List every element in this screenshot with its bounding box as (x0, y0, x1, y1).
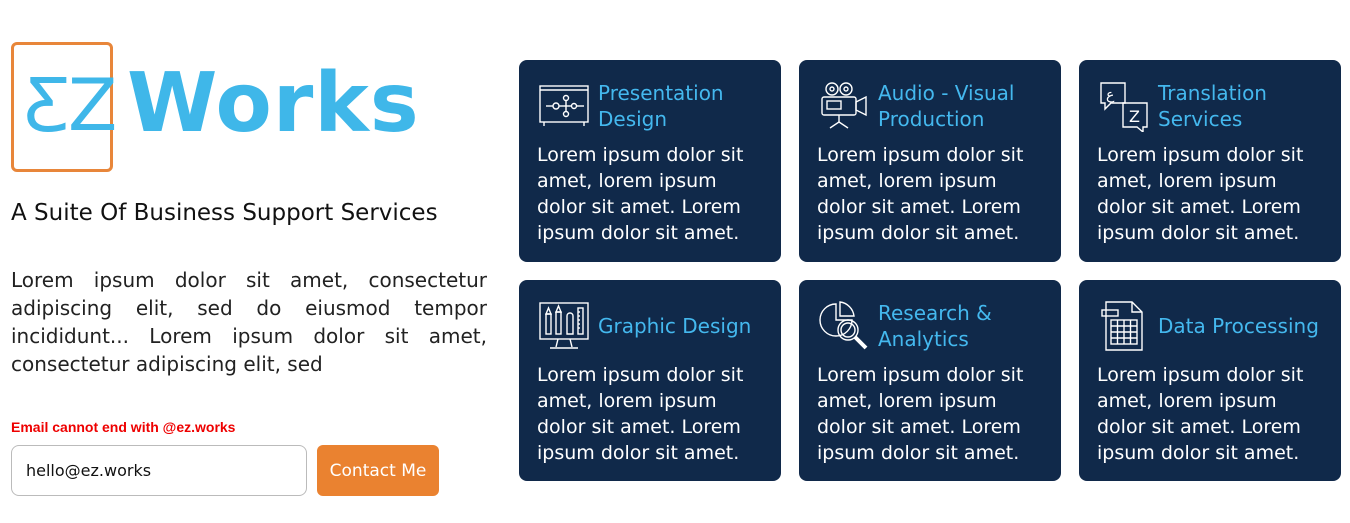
logo: ƸZ Works (11, 40, 419, 174)
email-error-message: Email cannot end with @ez.works (11, 419, 236, 435)
service-card-audio-visual[interactable]: Audio - Visual Production Lorem ipsum do… (799, 60, 1061, 262)
card-header: ع Z Translation Services (1097, 78, 1323, 134)
services-grid: Presentation Design Lorem ipsum dolor si… (519, 60, 1341, 481)
translation-icon: ع Z (1097, 79, 1151, 133)
card-header: Audio - Visual Production (817, 78, 1043, 134)
contact-me-button[interactable]: Contact Me (317, 445, 439, 496)
svg-text:Z: Z (1129, 107, 1140, 126)
service-card-graphic-design[interactable]: Graphic Design Lorem ipsum dolor sit ame… (519, 280, 781, 481)
card-description: Lorem ipsum dolor sit amet, lorem ipsum … (817, 144, 1024, 244)
card-title: Data Processing (1158, 314, 1319, 338)
logo-mark-box: ƸZ (11, 42, 117, 172)
logo-wordmark: Works (127, 56, 420, 151)
contact-form: Contact Me (11, 445, 439, 496)
card-header: Research & Analytics (817, 298, 1043, 354)
logo-mark: ƸZ (24, 63, 117, 147)
email-input[interactable] (11, 445, 307, 496)
card-description: Lorem ipsum dolor sit amet, lorem ipsum … (1097, 144, 1304, 244)
service-card-translation[interactable]: ع Z Translation Services Lorem ipsum dol… (1079, 60, 1341, 262)
card-header: Data Processing (1097, 298, 1323, 354)
card-header: Presentation Design (537, 78, 763, 134)
card-description: Lorem ipsum dolor sit amet, lorem ipsum … (537, 144, 744, 244)
presentation-icon (537, 79, 591, 133)
brand-section: ƸZ Works A Suite Of Business Support Ser… (11, 40, 487, 496)
card-description: Lorem ipsum dolor sit amet, lorem ipsum … (1097, 364, 1304, 464)
card-title: Translation Services (1158, 81, 1267, 131)
video-camera-icon (817, 79, 871, 133)
card-title: Graphic Design (598, 314, 752, 338)
tagline: A Suite Of Business Support Services (11, 200, 438, 226)
service-card-presentation[interactable]: Presentation Design Lorem ipsum dolor si… (519, 60, 781, 262)
research-icon (817, 299, 871, 353)
card-description: Lorem ipsum dolor sit amet, lorem ipsum … (537, 364, 744, 464)
graphic-design-icon (537, 299, 591, 353)
description: Lorem ipsum dolor sit amet, consectetur … (11, 268, 487, 376)
svg-text:ع: ع (1106, 87, 1115, 103)
spreadsheet-icon (1097, 299, 1151, 353)
service-card-data-processing[interactable]: Data Processing Lorem ipsum dolor sit am… (1079, 280, 1341, 481)
card-title: Presentation Design (598, 81, 724, 131)
card-header: Graphic Design (537, 298, 763, 354)
card-title: Audio - Visual Production (878, 81, 1015, 131)
service-card-research-analytics[interactable]: Research & Analytics Lorem ipsum dolor s… (799, 280, 1061, 481)
card-title: Research & Analytics (878, 301, 992, 351)
card-description: Lorem ipsum dolor sit amet, lorem ipsum … (817, 364, 1024, 464)
